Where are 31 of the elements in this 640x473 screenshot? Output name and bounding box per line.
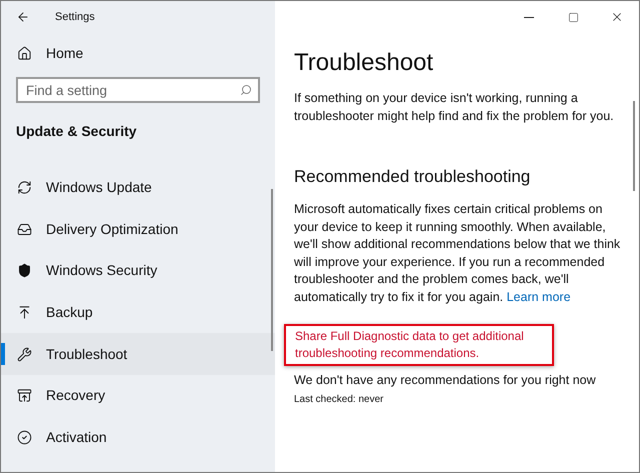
nav-item[interactable]: Recovery <box>1 374 275 417</box>
check-circle-icon <box>17 430 32 445</box>
section-heading: Update & Security <box>15 122 138 141</box>
search-icon <box>240 84 252 96</box>
shield-icon <box>17 263 32 278</box>
description-text: Microsoft automatically fixes certain critical problems on your device to keep it running smoothly. When available, we'll show additional recommendations below that we think will improve your experience. If you run a recommended troubleshooter and the problem comes back, we'll automatically try to fix it for you again. Learn more <box>294 201 622 306</box>
intro-text: If something on your device isn't working, running a troubleshooter might help find and fix the problem for you. <box>294 90 615 125</box>
maximize-icon <box>568 12 578 22</box>
nav-item[interactable]: Delivery Optimization <box>1 208 275 250</box>
minimize-icon <box>524 16 534 18</box>
diagnostic-data-link[interactable]: Share Full Diagnostic data to get additional troubleshooting recommendations. <box>295 328 543 362</box>
back-icon <box>16 10 30 24</box>
last-checked-text: Last checked: never <box>294 393 384 407</box>
status-text: We don't have any recommendations for you right now <box>294 372 597 389</box>
search-field[interactable]: Find a setting <box>16 77 260 103</box>
page-title: Troubleshoot <box>294 48 434 78</box>
nav-item[interactable]: Activation <box>1 416 275 458</box>
home-item[interactable]: Home <box>1 33 275 73</box>
nav-item[interactable]: Troubleshoot <box>1 333 275 375</box>
refresh-icon <box>17 180 32 196</box>
upload-icon <box>17 305 32 320</box>
restore-icon <box>17 388 32 404</box>
window-title: Settings <box>55 10 95 25</box>
nav-item[interactable]: Backup <box>1 292 275 334</box>
wrench-icon <box>17 346 32 362</box>
nav-item[interactable]: Windows Update <box>1 167 275 209</box>
tray-icon <box>17 222 32 237</box>
section-heading: Recommended troubleshooting <box>294 166 532 188</box>
home-icon <box>17 46 32 60</box>
learn-more-link[interactable]: Learn more <box>506 290 571 304</box>
nav-item[interactable]: Windows Security <box>1 250 275 292</box>
